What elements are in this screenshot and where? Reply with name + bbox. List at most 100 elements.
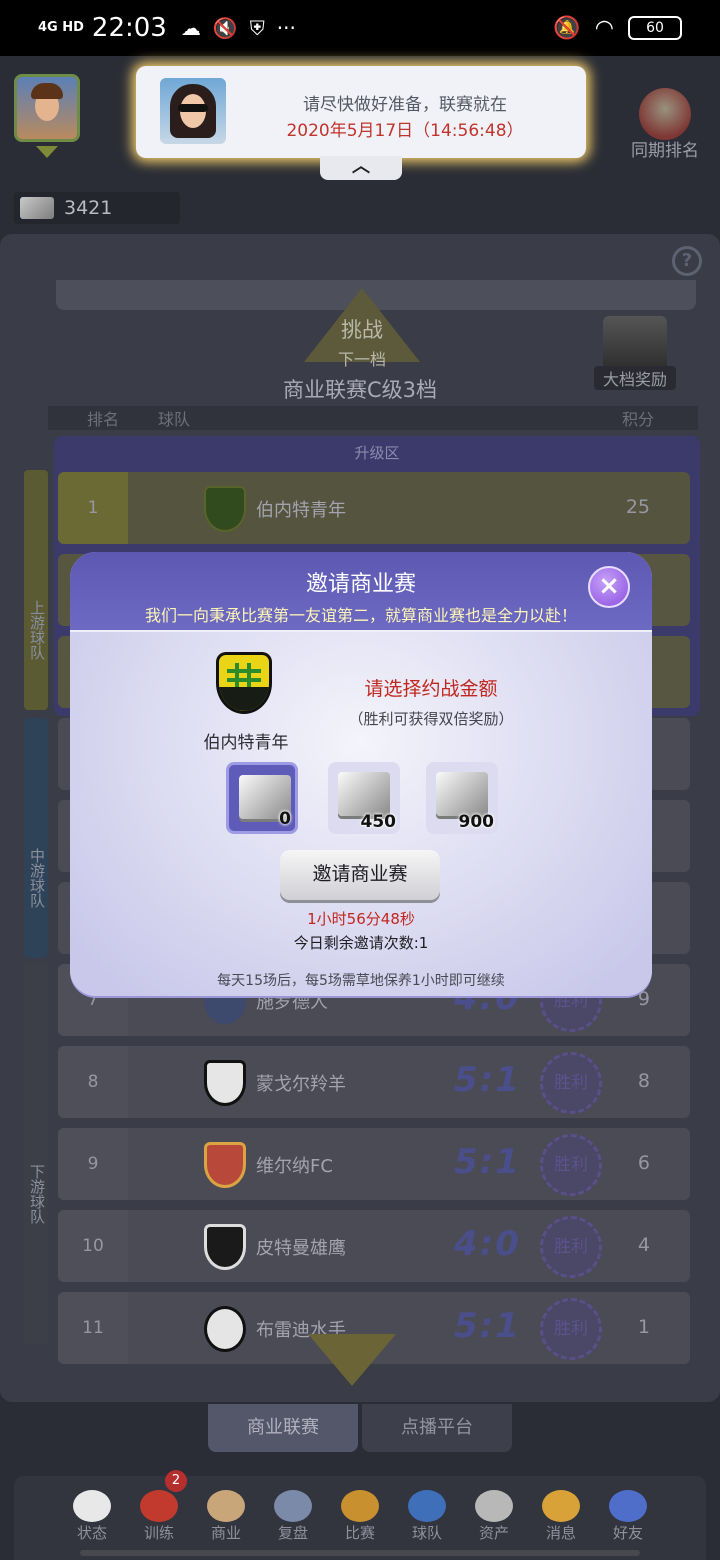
row-points: 1	[637, 1316, 650, 1338]
lower-teams-label: 下游球队	[24, 964, 48, 1344]
dialog-subtitle: 我们一向秉承比赛第一友谊第二，就算商业赛也是全力以赴！	[144, 606, 577, 625]
row-team: 维尔纳FC	[256, 1156, 333, 1177]
team-crest-icon	[204, 1142, 246, 1188]
row-points: 8	[637, 1070, 650, 1092]
notification-date: 2020年5月17日（14:56:48）	[286, 121, 524, 141]
row-team: 皮特曼雄鹰	[256, 1238, 346, 1259]
dialog-title: 邀请商业赛	[305, 572, 416, 597]
win-stamp: 胜利	[540, 1052, 602, 1114]
row-points: 25	[625, 496, 650, 518]
nav-assets[interactable]: 资产	[464, 1476, 524, 1560]
period-ranking-button[interactable]: 同期排名	[624, 88, 706, 161]
team-crest-icon	[204, 1306, 246, 1352]
avatar-dropdown-icon[interactable]	[36, 146, 58, 158]
notification-message: 请尽快做好准备，联赛就在	[303, 95, 507, 115]
dialog-header: 邀请商业赛 我们一向秉承比赛第一友谊第二，就算商业赛也是全力以赴！	[70, 552, 652, 630]
cooldown-timer: 1小时56分48秒	[307, 910, 415, 928]
notification-off-icon: 🔕	[553, 15, 581, 41]
team-crest-icon	[204, 486, 246, 532]
table-header: 排名 球队 积分	[48, 406, 698, 430]
row-score: 4:0	[454, 1224, 521, 1264]
money-display: 3421	[14, 192, 180, 224]
opponent-name: 伯内特青年	[203, 733, 289, 753]
row-team: 伯内特青年	[256, 500, 346, 521]
amount-prompt: 请选择约战金额	[364, 678, 498, 700]
row-rank: 9	[58, 1128, 128, 1200]
win-stamp: 胜利	[540, 1134, 602, 1196]
table-row[interactable]: 9 维尔纳FC 5:1 胜利 6	[58, 1128, 690, 1200]
more-dots-icon: ···	[276, 16, 296, 40]
status-bar: 4G HD 22:03 ☁ 🔇 ⛨ ··· 🔕 ◠ 60	[0, 0, 720, 56]
amount-value: 450	[360, 812, 397, 832]
nav-training[interactable]: 训练 2	[129, 1470, 189, 1560]
tab-vod-platform[interactable]: 点播平台	[362, 1404, 512, 1452]
team-crest-icon	[204, 1224, 246, 1270]
amount-value: 0	[279, 809, 291, 829]
collapse-notification-button[interactable]: ︿	[320, 156, 402, 180]
big-reward-button[interactable]: 大档奖励	[594, 316, 676, 390]
upper-teams-label: 上游球队	[24, 470, 48, 710]
invite-business-match-dialog: 邀请商业赛 我们一向秉承比赛第一友谊第二，就算商业赛也是全力以赴！ 伯内特青年 …	[70, 552, 652, 996]
table-row[interactable]: 10 皮特曼雄鹰 4:0 胜利 4	[58, 1210, 690, 1282]
help-icon[interactable]: ?	[672, 246, 702, 276]
cash-stack-icon	[436, 772, 488, 816]
opponent-crest-icon	[216, 652, 272, 714]
handshake-icon	[207, 1490, 245, 1522]
league-tabs: 商业联赛 点播平台	[208, 1404, 512, 1452]
row-rank: 8	[58, 1046, 128, 1118]
row-team: 蒙戈尔羚羊	[256, 1074, 346, 1095]
cash-stack-icon	[338, 772, 390, 816]
close-dialog-button[interactable]: ×	[588, 566, 630, 608]
table-row[interactable]: 8 蒙戈尔羚羊 5:1 胜利 8	[58, 1046, 690, 1118]
money-value: 3421	[64, 197, 113, 219]
assistant-glasses	[178, 104, 208, 112]
nav-replay[interactable]: 复盘	[263, 1476, 323, 1560]
team-crest-icon	[204, 1060, 246, 1106]
training-badge: 2	[165, 1470, 187, 1492]
row-rank: 11	[58, 1292, 128, 1364]
column-team: 球队	[158, 410, 191, 429]
row-points: 4	[637, 1234, 650, 1256]
table-row[interactable]: 1 伯内特青年 25	[58, 472, 690, 544]
whistle-icon	[140, 1490, 178, 1522]
player-avatar[interactable]	[14, 74, 80, 142]
league-title: 商业联赛C级3档	[282, 378, 438, 402]
nav-messages[interactable]: 消息	[531, 1476, 591, 1560]
mute-icon: 🔇	[212, 16, 238, 40]
row-points: 6	[637, 1152, 650, 1174]
row-rank: 1	[58, 472, 128, 544]
scroll-down-arrow-icon[interactable]	[308, 1334, 396, 1386]
dialog-body: 伯内特青年 请选择约战金额 （胜利可获得双倍奖励） 0 450 900 邀请商业…	[70, 630, 652, 996]
win-stamp: 胜利	[540, 1298, 602, 1360]
row-score: 5:1	[454, 1142, 521, 1182]
nav-team[interactable]: 球队	[397, 1476, 457, 1560]
avatar-hair	[31, 83, 63, 99]
invite-button[interactable]: 邀请商业赛	[280, 850, 440, 900]
cash-icon	[20, 197, 54, 219]
nav-business[interactable]: 商业	[196, 1476, 256, 1560]
row-score: 5:1	[454, 1060, 521, 1100]
big-reward-label: 大档奖励	[594, 366, 676, 390]
league-notification[interactable]: 请尽快做好准备，联赛就在 2020年5月17日（14:56:48）	[136, 66, 586, 158]
amount-option-450[interactable]: 450	[328, 762, 400, 834]
assets-icon	[475, 1490, 513, 1522]
tab-business-league[interactable]: 商业联赛	[208, 1404, 358, 1452]
nav-friends[interactable]: 好友	[598, 1476, 658, 1560]
battery-indicator: 60	[628, 16, 682, 40]
network-indicator: 4G HD	[38, 20, 84, 35]
amount-option-0[interactable]: 0	[226, 762, 298, 834]
soccer-ball-icon	[73, 1490, 111, 1522]
home-indicator[interactable]	[80, 1550, 640, 1556]
wifi-icon: ◠	[594, 15, 614, 41]
win-stamp: 胜利	[540, 1216, 602, 1278]
clock: 22:03	[91, 13, 167, 43]
shield-icon: ⛨	[249, 16, 265, 40]
nav-match[interactable]: 比赛	[330, 1476, 390, 1560]
nav-status[interactable]: 状态	[62, 1476, 122, 1560]
medal-icon	[639, 88, 691, 140]
bell-icon	[542, 1490, 580, 1522]
amount-note: （胜利可获得双倍奖励）	[348, 710, 514, 728]
amount-option-900[interactable]: 900	[426, 762, 498, 834]
trophy-icon	[341, 1490, 379, 1522]
row-rank: 10	[58, 1210, 128, 1282]
